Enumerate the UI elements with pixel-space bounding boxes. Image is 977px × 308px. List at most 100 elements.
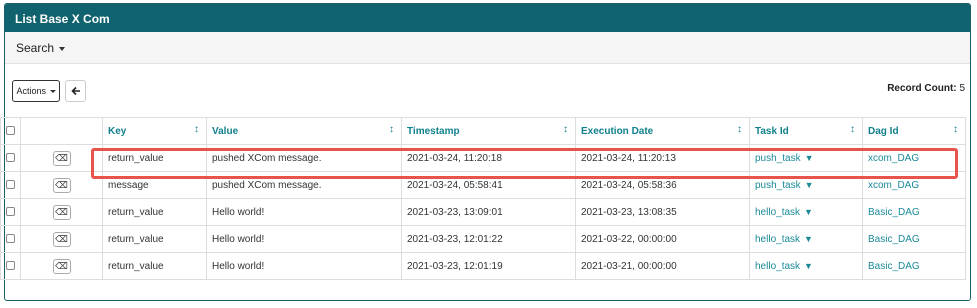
row-select-cell — [0, 252, 21, 280]
cell-dag-id: xcom_DAG — [862, 144, 966, 172]
row-actions-header — [20, 117, 103, 145]
row-checkbox[interactable] — [6, 234, 15, 244]
sort-icon[interactable]: ↕ — [563, 124, 568, 135]
eraser-icon[interactable]: ⌫ — [52, 258, 71, 274]
task-id-link[interactable]: push_task — [755, 153, 801, 164]
panel-title: List Base X Com — [5, 4, 970, 32]
eraser-icon[interactable]: ⌫ — [52, 150, 71, 166]
dag-id-link[interactable]: xcom_DAG — [868, 180, 919, 191]
filter-icon[interactable]: ▼ — [805, 153, 814, 163]
cell-timestamp: 2021-03-24, 05:58:41 — [401, 171, 576, 199]
select-all-checkbox[interactable] — [6, 126, 15, 136]
table-row: ⌫ return_value Hello world! 2021-03-23, … — [0, 252, 966, 280]
dag-id-link[interactable]: Basic_DAG — [868, 261, 920, 272]
cell-value: Hello world! — [206, 252, 402, 280]
back-button[interactable] — [65, 80, 86, 102]
task-id-link[interactable]: hello_task — [755, 261, 800, 272]
dag-id-link[interactable]: xcom_DAG — [868, 153, 919, 164]
cell-value: Hello world! — [206, 225, 402, 253]
cell-task-id: hello_task ▼ — [749, 198, 863, 226]
task-id-link[interactable]: hello_task — [755, 207, 800, 218]
column-header-key[interactable]: Key ↕ — [102, 117, 207, 145]
cell-task-id: push_task ▼ — [749, 144, 863, 172]
cell-execution-date: 2021-03-22, 00:00:00 — [575, 225, 750, 253]
cell-key: return_value — [102, 252, 207, 280]
dag-id-link[interactable]: Basic_DAG — [868, 234, 920, 245]
row-action-cell: ⌫ — [20, 252, 103, 280]
record-count-label: Record Count: — [887, 83, 957, 94]
column-header-execution-date[interactable]: Execution Date ↕ — [575, 117, 750, 145]
cell-timestamp: 2021-03-23, 12:01:19 — [401, 252, 576, 280]
column-header-task-id[interactable]: Task Id ↕ — [749, 117, 863, 145]
eraser-icon[interactable]: ⌫ — [52, 204, 71, 220]
cell-key: return_value — [102, 198, 207, 226]
eraser-icon[interactable]: ⌫ — [52, 231, 71, 247]
cell-key: message — [102, 171, 207, 199]
row-action-cell: ⌫ — [20, 225, 103, 253]
cell-timestamp: 2021-03-23, 13:09:01 — [401, 198, 576, 226]
filter-icon[interactable]: ▼ — [804, 261, 813, 271]
cell-key: return_value — [102, 225, 207, 253]
row-select-cell — [0, 225, 21, 253]
row-action-cell: ⌫ — [20, 198, 103, 226]
sort-icon[interactable]: ↕ — [737, 124, 742, 135]
toolbar: Actions Record Count: 5 — [5, 64, 970, 114]
row-checkbox[interactable] — [6, 207, 15, 217]
eraser-icon[interactable]: ⌫ — [52, 177, 71, 193]
column-header-timestamp[interactable]: Timestamp ↕ — [401, 117, 576, 145]
cell-task-id: hello_task ▼ — [749, 225, 863, 253]
column-header-value[interactable]: Value ↕ — [206, 117, 402, 145]
cell-task-id: push_task ▼ — [749, 171, 863, 199]
record-count-value: 5 — [959, 83, 965, 94]
sort-icon[interactable]: ↕ — [389, 124, 394, 135]
cell-value: pushed XCom message. — [206, 171, 402, 199]
cell-timestamp: 2021-03-23, 12:01:22 — [401, 225, 576, 253]
cell-task-id: hello_task ▼ — [749, 252, 863, 280]
sort-icon[interactable]: ↕ — [953, 124, 958, 135]
search-label: Search — [16, 41, 55, 55]
cell-key: return_value — [102, 144, 207, 172]
dag-id-link[interactable]: Basic_DAG — [868, 207, 920, 218]
search-toggle[interactable]: Search — [16, 41, 66, 55]
caret-down-icon — [59, 46, 66, 51]
table-row: ⌫ message pushed XCom message. 2021-03-2… — [0, 171, 966, 199]
row-checkbox[interactable] — [6, 261, 15, 271]
cell-value: Hello world! — [206, 198, 402, 226]
filter-icon[interactable]: ▼ — [804, 234, 813, 244]
column-header-dag-id[interactable]: Dag Id ↕ — [862, 117, 966, 145]
cell-execution-date: 2021-03-23, 13:08:35 — [575, 198, 750, 226]
cell-execution-date: 2021-03-24, 11:20:13 — [575, 144, 750, 172]
actions-button[interactable]: Actions — [12, 80, 60, 102]
cell-execution-date: 2021-03-24, 05:58:36 — [575, 171, 750, 199]
cell-dag-id: Basic_DAG — [862, 225, 966, 253]
xcom-table: Key ↕ Value ↕ Timestamp ↕ Execution Date ↕ T… — [0, 117, 966, 280]
caret-down-icon — [49, 90, 56, 94]
row-checkbox[interactable] — [6, 153, 15, 163]
select-all-header — [0, 117, 21, 145]
record-count: Record Count: 5 — [887, 83, 965, 94]
table-row: ⌫ return_value Hello world! 2021-03-23, … — [0, 198, 966, 226]
row-action-cell: ⌫ — [20, 171, 103, 199]
filter-icon[interactable]: ▼ — [804, 207, 813, 217]
cell-dag-id: Basic_DAG — [862, 198, 966, 226]
table-row: ⌫ return_value pushed XCom message. 2021… — [0, 144, 966, 172]
row-select-cell — [0, 198, 21, 226]
actions-label: Actions — [16, 86, 46, 96]
row-checkbox[interactable] — [6, 180, 15, 190]
cell-execution-date: 2021-03-21, 00:00:00 — [575, 252, 750, 280]
cell-value: pushed XCom message. — [206, 144, 402, 172]
row-action-cell: ⌫ — [20, 144, 103, 172]
cell-timestamp: 2021-03-24, 11:20:18 — [401, 144, 576, 172]
task-id-link[interactable]: hello_task — [755, 234, 800, 245]
cell-dag-id: Basic_DAG — [862, 252, 966, 280]
sort-icon[interactable]: ↕ — [850, 124, 855, 135]
row-select-cell — [0, 171, 21, 199]
task-id-link[interactable]: push_task — [755, 180, 801, 191]
arrow-left-icon — [70, 87, 80, 96]
row-select-cell — [0, 144, 21, 172]
filter-icon[interactable]: ▼ — [805, 180, 814, 190]
table-row: ⌫ return_value Hello world! 2021-03-23, … — [0, 225, 966, 253]
search-bar: Search — [5, 32, 970, 64]
cell-dag-id: xcom_DAG — [862, 171, 966, 199]
sort-icon[interactable]: ↕ — [194, 124, 199, 135]
